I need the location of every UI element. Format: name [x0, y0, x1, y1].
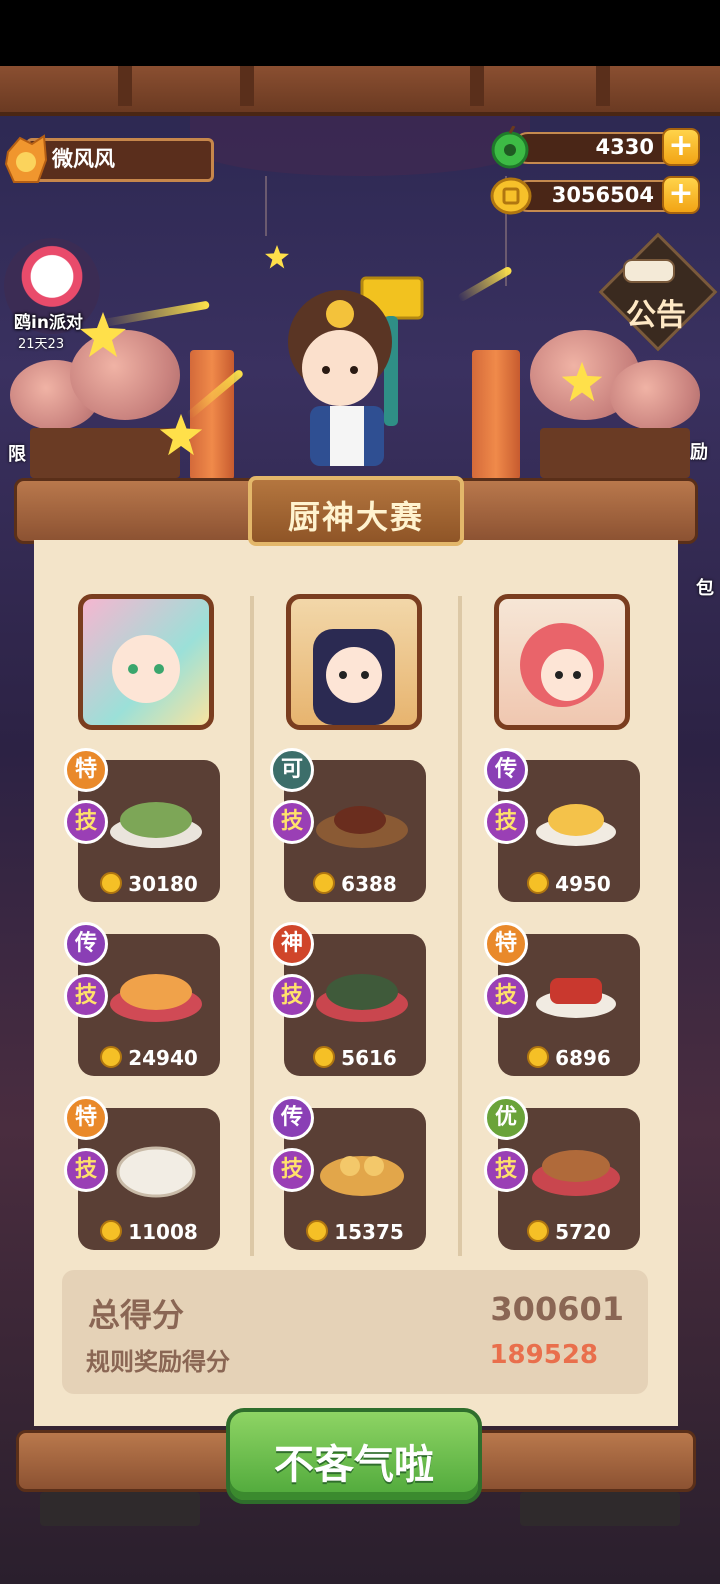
rarity-badge: 优 — [484, 1096, 528, 1140]
bonus-score-value: 189528 — [489, 1340, 598, 1370]
beam-post — [240, 66, 254, 106]
skill-badge: 技 — [270, 800, 314, 844]
skill-badge: 技 — [64, 974, 108, 1018]
skill-badge: 技 — [270, 1148, 314, 1192]
rarity-badge: 神 — [270, 922, 314, 966]
top-beam — [0, 66, 720, 116]
total-score-value: 300601 — [490, 1290, 624, 1328]
dish-image — [110, 974, 202, 1022]
coin-icon — [527, 1046, 550, 1068]
rarity-badge: 可 — [270, 748, 314, 792]
panel-title: 厨神大赛 — [287, 498, 424, 536]
beam-post — [118, 66, 132, 106]
rarity-badge: 传 — [64, 922, 108, 966]
coin-icon — [100, 872, 123, 894]
star-icon — [80, 312, 126, 357]
skill-badge: 技 — [64, 800, 108, 844]
skill-badge: 技 — [484, 1148, 528, 1192]
dish-image — [110, 802, 202, 848]
rarity-badge: 传 — [484, 748, 528, 792]
score-summary: 总得分 300601 规则奖励得分 189528 — [62, 1270, 648, 1394]
column-divider — [250, 596, 254, 1256]
stage-pillar — [472, 350, 520, 480]
dish-image — [532, 1150, 620, 1196]
player-avatar-icon — [4, 134, 48, 183]
star-icon — [159, 413, 203, 456]
bottom-shadow — [40, 1492, 200, 1526]
chef-avatar-black-hair — [313, 629, 395, 725]
notice-label: 公告 — [626, 298, 686, 333]
coin-icon — [490, 177, 532, 215]
dish-image — [536, 804, 616, 846]
jade-currency: 4330 + — [490, 126, 700, 170]
coin-value: 3056504 — [551, 183, 654, 207]
dish-score: 30180 — [128, 872, 198, 896]
coin-icon — [100, 1046, 123, 1068]
rarity-badge: 特 — [64, 1096, 108, 1140]
coin-icon — [313, 872, 336, 894]
dish-image — [316, 806, 408, 848]
speech-bubble-icon — [623, 259, 675, 283]
dish-score: 5616 — [341, 1046, 397, 1070]
star-icon — [265, 245, 289, 269]
star-icon — [561, 361, 603, 402]
dish-score: 6388 — [341, 872, 397, 896]
add-jade-button[interactable]: + — [662, 128, 700, 166]
dish-score: 6896 — [555, 1046, 611, 1070]
coin-icon — [100, 1220, 123, 1242]
chef-avatar-pink-hair — [112, 635, 180, 703]
chef-avatar-red-hair — [520, 623, 604, 707]
dish-image — [316, 974, 408, 1022]
dish-score: 15375 — [334, 1220, 404, 1244]
lantern-string — [265, 176, 267, 236]
chef-portrait-1[interactable] — [78, 594, 214, 730]
bonus-score-label: 规则奖励得分 — [86, 1348, 230, 1376]
coin-currency: 3056504 + — [490, 174, 700, 218]
skill-badge: 技 — [270, 974, 314, 1018]
jade-value: 4330 — [595, 135, 654, 159]
rarity-badge: 特 — [64, 748, 108, 792]
player-name: 微风风 — [52, 147, 115, 171]
jade-icon — [491, 126, 529, 169]
rarity-badge: 特 — [484, 922, 528, 966]
total-score-label: 总得分 — [88, 1296, 185, 1334]
dish-score: 5720 — [555, 1220, 611, 1244]
add-coins-button[interactable]: + — [662, 176, 700, 214]
rarity-badge: 传 — [270, 1096, 314, 1140]
skill-badge: 技 — [64, 1148, 108, 1192]
bottom-shadow — [520, 1492, 680, 1526]
chef-character — [288, 276, 424, 466]
panel-title-plate: 厨神大赛 — [248, 476, 464, 546]
chef-portrait-3[interactable] — [494, 594, 630, 730]
dish-image — [116, 1146, 196, 1198]
dish-score: 4950 — [555, 872, 611, 896]
blossom-tree — [610, 360, 700, 430]
dish-image — [536, 978, 616, 1018]
confirm-button-label: 不客气啦 — [274, 1442, 434, 1488]
coin-icon — [306, 1220, 329, 1242]
coin-icon — [527, 1220, 550, 1242]
skill-badge: 技 — [484, 800, 528, 844]
fence — [540, 428, 690, 478]
player-profile[interactable]: 微风风 — [4, 134, 216, 186]
coin-icon — [527, 872, 550, 894]
side-text-right: 励 — [690, 442, 708, 463]
stage-curtain — [190, 116, 530, 176]
dish-image — [320, 1156, 404, 1196]
dish-score: 11008 — [128, 1220, 198, 1244]
side-text-left: 限 — [8, 444, 26, 465]
beam-post — [596, 66, 610, 106]
notice-button[interactable]: 公告 — [598, 232, 718, 352]
skill-badge: 技 — [484, 974, 528, 1018]
dish-score: 24940 — [128, 1046, 198, 1070]
confirm-button[interactable]: 不客气啦 — [226, 1408, 482, 1504]
event-label: 鸥in派对 — [14, 313, 83, 333]
status-bar — [0, 0, 720, 66]
beam-post — [470, 66, 484, 106]
chef-portrait-2[interactable] — [286, 594, 422, 730]
event-countdown: 21天23 — [18, 337, 65, 352]
column-divider — [458, 596, 462, 1256]
side-text-right-2: 包 — [696, 578, 714, 599]
coin-icon — [313, 1046, 336, 1068]
